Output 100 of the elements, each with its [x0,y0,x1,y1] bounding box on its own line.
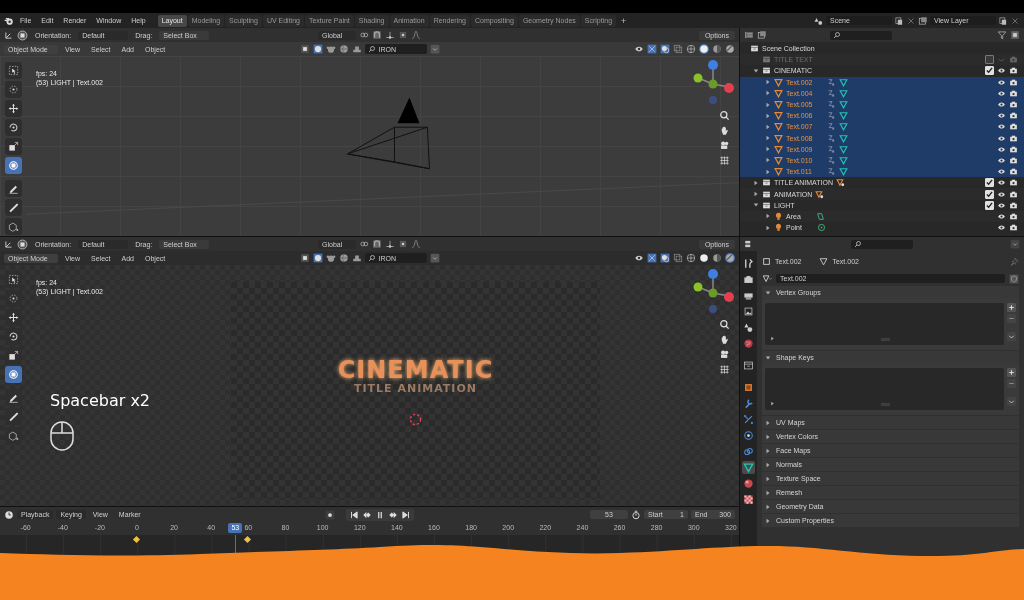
add-workspace-button[interactable]: + [617,14,631,27]
scale-icon[interactable] [4,347,22,364]
jump-start-icon[interactable] [349,509,359,520]
rotate-icon[interactable] [4,328,22,345]
half-sphere-icon[interactable] [712,44,722,54]
eye-icon[interactable] [997,111,1006,121]
transform-gizmo-icon[interactable] [17,29,28,41]
chevron-down-icon[interactable] [1007,332,1016,341]
grid-icon[interactable] [718,364,730,375]
eye-icon[interactable] [997,155,1006,165]
camera-icon[interactable] [1009,66,1018,76]
axes-editor-icon[interactable] [4,239,14,249]
cone-sphere-icon[interactable] [742,321,755,334]
scale-icon[interactable] [4,138,22,155]
wireframe-shading-icon[interactable] [686,253,696,263]
disclosure-arrow-icon[interactable] [753,67,759,74]
view-layer-icon[interactable] [918,15,928,26]
eye-icon[interactable] [997,144,1006,154]
camera-icon[interactable] [1009,155,1018,165]
eye-icon[interactable] [997,189,1006,199]
eye-icon[interactable] [997,200,1006,210]
wireframe-shading-icon[interactable] [686,44,696,54]
camera-icon[interactable] [1009,167,1018,177]
eye-icon[interactable] [997,122,1006,132]
magnet-icon[interactable] [372,30,382,40]
minus-icon[interactable] [1007,379,1016,388]
camera-icon[interactable] [1009,133,1018,143]
pen-icon[interactable] [4,389,22,406]
select-box-icon[interactable] [4,271,22,288]
globe-icon[interactable] [742,337,755,350]
link-icon[interactable] [742,445,755,458]
camera-icon[interactable] [1009,223,1018,233]
eye-icon[interactable] [997,223,1006,233]
magnet-icon[interactable] [372,239,382,249]
camera-icon[interactable] [1009,189,1018,199]
chevron-button-icon[interactable] [429,253,440,263]
select-box-icon[interactable] [4,62,22,79]
zoom-icon[interactable] [718,319,730,330]
camera-icon[interactable] [1009,122,1018,132]
camera-icon[interactable] [1009,144,1018,154]
ruler-icon[interactable] [4,199,22,216]
camera-icon[interactable] [1009,200,1018,210]
screwdriver-icon[interactable] [742,257,755,270]
eye-icon[interactable] [997,66,1006,76]
xray-icon[interactable] [673,253,683,263]
transform-icon[interactable] [4,157,22,174]
camera-icon[interactable] [1009,111,1018,121]
mesh-dropdown-icon[interactable] [762,273,772,284]
disclosure-arrow-icon[interactable] [770,336,775,341]
chevron-button-icon[interactable] [1010,239,1020,249]
half-sphere-icon[interactable] [712,253,722,263]
blender-logo-icon[interactable] [4,15,14,26]
triangle-icon[interactable] [742,461,755,474]
camera-icon[interactable] [1009,88,1018,98]
shield-icon[interactable] [1009,273,1019,284]
snap-target-icon[interactable] [385,239,395,249]
stopwatch-icon[interactable] [631,509,641,520]
clock-editor-icon[interactable] [4,509,14,520]
transform-icon[interactable] [4,366,22,383]
pen-icon[interactable] [4,180,22,197]
pivot-icon[interactable] [359,239,369,249]
globe-icon[interactable] [338,44,349,54]
solid-sphere-icon[interactable] [699,44,709,54]
monkey-head-icon[interactable] [325,44,336,54]
camera-icon[interactable] [1009,211,1018,221]
eye-icon[interactable] [997,100,1006,110]
camera-icon[interactable] [718,349,730,360]
display-mode-icon[interactable] [757,30,767,40]
rotate-icon[interactable] [4,119,22,136]
proportional-editing-icon[interactable] [398,30,408,40]
minus-icon[interactable] [1007,314,1016,323]
visibility-icon[interactable] [634,44,644,54]
jump-end-icon[interactable] [401,509,411,520]
add-cube-icon[interactable] [4,427,22,444]
globe-icon[interactable] [338,253,349,263]
disclosure-arrow-icon[interactable] [770,401,775,406]
overlays-toggle-icon[interactable] [660,253,670,263]
square-icon[interactable] [299,253,310,263]
keyframe-icon[interactable] [244,535,252,544]
checker-icon[interactable] [742,493,755,506]
copy-icon[interactable] [894,15,904,26]
monkey-head-icon[interactable] [325,253,336,263]
copy-icon[interactable] [998,15,1008,26]
keyframe-icon[interactable] [132,535,141,544]
gizmo-toggle-icon[interactable] [647,253,657,263]
scene-icon[interactable] [814,15,824,26]
plus-icon[interactable] [1007,368,1016,377]
transform-gizmo-icon[interactable] [17,238,28,250]
square-icon[interactable] [742,381,755,394]
eye-icon[interactable] [997,178,1006,188]
overlays-toggle-icon[interactable] [660,44,670,54]
camera-back-icon[interactable] [742,273,755,286]
properties-search-field[interactable] [851,239,913,249]
shaded-sphere-icon[interactable] [725,44,735,54]
box-icon[interactable] [742,359,755,372]
camera-icon[interactable] [1009,178,1018,188]
sphere-icon[interactable] [742,477,755,490]
move-icon[interactable] [4,309,22,326]
sphere-icon[interactable] [312,253,323,263]
record-button[interactable] [325,509,335,520]
